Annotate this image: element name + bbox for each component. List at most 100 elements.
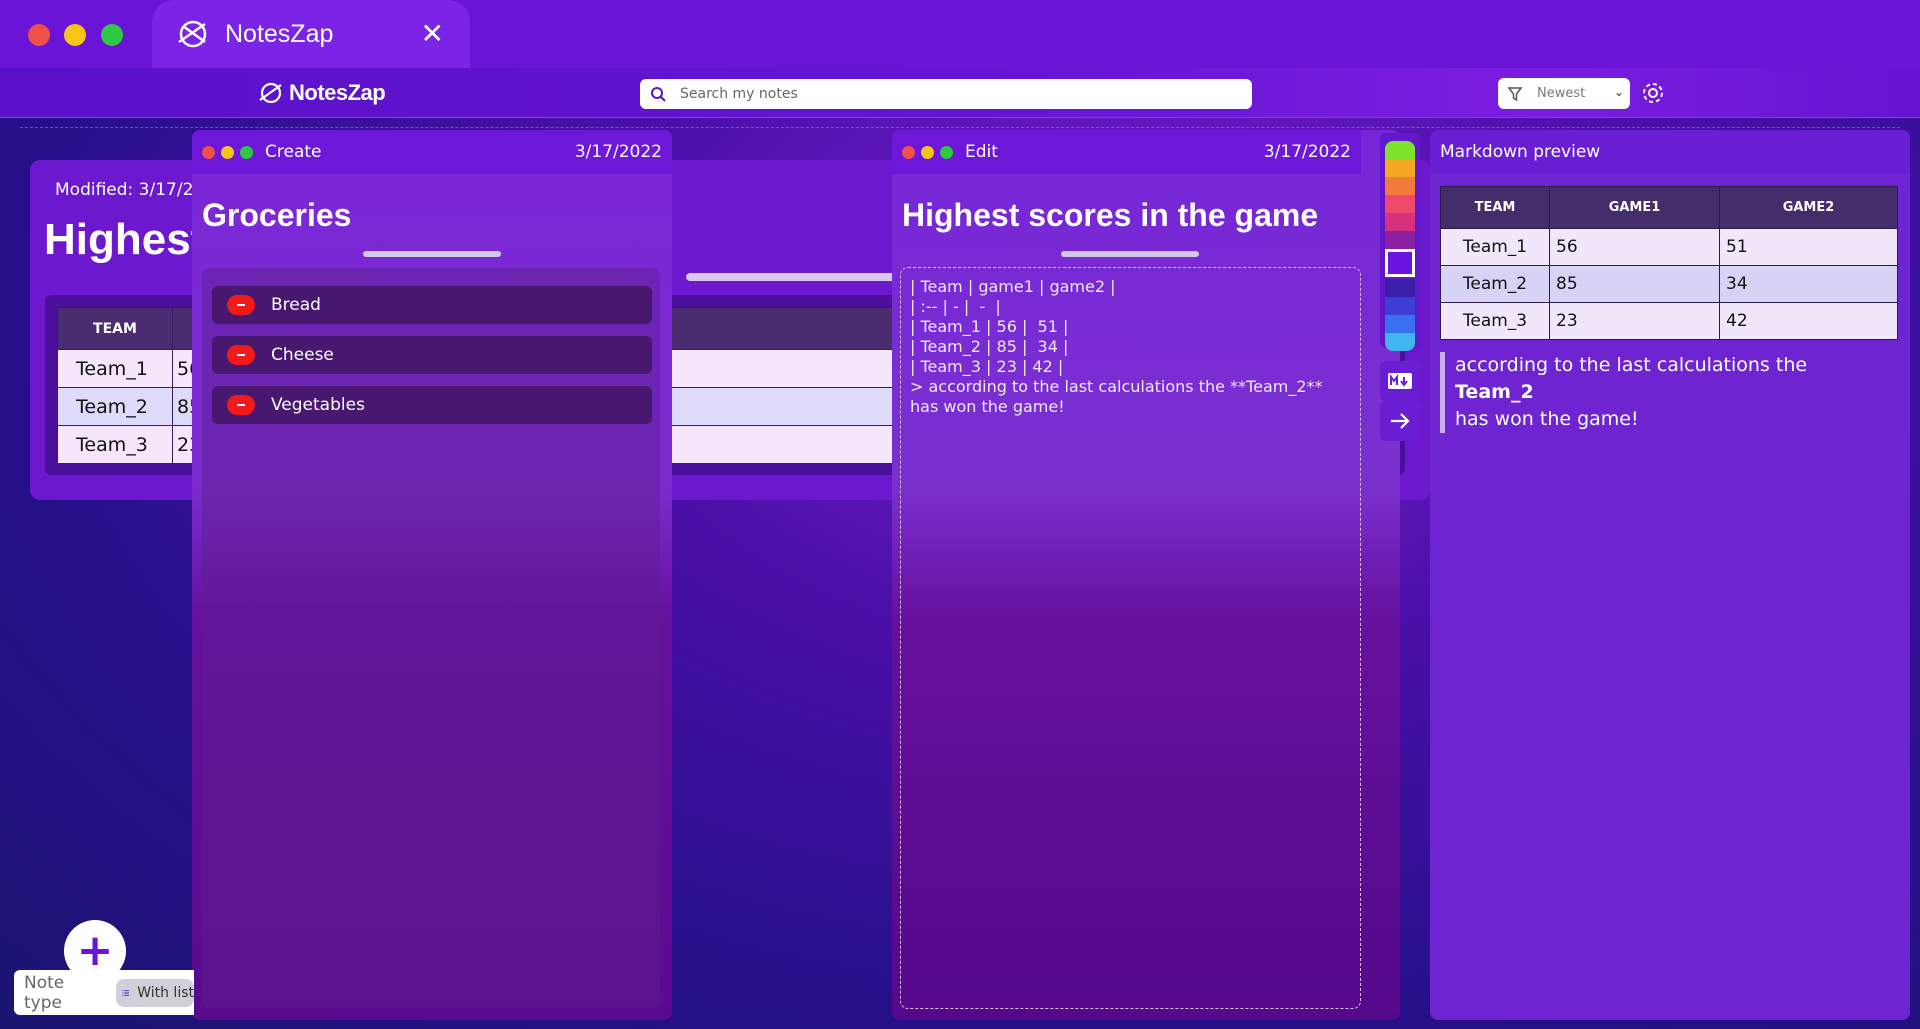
table-header-team: TEAM <box>57 307 173 350</box>
sort-selected-value: Newest <box>1537 86 1586 101</box>
table-cell: Team_3 <box>1440 302 1550 340</box>
divider <box>20 127 1900 128</box>
editor-line: has won the game! <box>910 397 1065 416</box>
maximize-window-button[interactable] <box>101 24 123 46</box>
note-title[interactable]: Highest scores in the game <box>902 197 1318 234</box>
color-swatch[interactable] <box>1385 279 1415 297</box>
editor-line: | Team | game1 | game2 | <box>910 277 1116 296</box>
list-item[interactable]: Cheese <box>212 336 652 374</box>
table-cell: 23 <box>1549 302 1720 340</box>
window-date: 3/17/2022 <box>1263 142 1351 162</box>
table-cell: Team_2 <box>1440 265 1550 303</box>
table-row: Team_3 23 42 <box>1440 302 1898 340</box>
close-window-button[interactable] <box>202 145 215 159</box>
brand-name: NotesZap <box>289 80 386 105</box>
close-icon[interactable]: ✕ <box>421 20 444 48</box>
minimize-window-button[interactable] <box>64 24 86 46</box>
minus-icon[interactable] <box>227 345 255 365</box>
window-titlebar: NotesZap ✕ <box>0 0 1920 68</box>
minimize-window-button[interactable] <box>921 145 934 159</box>
list-item[interactable]: Bread <box>212 286 652 324</box>
color-swatch[interactable] <box>1385 333 1415 351</box>
toolbar: NotesZap Newest ⌄ <box>0 68 1920 118</box>
list-icon <box>122 989 129 996</box>
color-swatch[interactable] <box>1385 177 1415 195</box>
search-bar[interactable] <box>640 79 1252 109</box>
color-swatch[interactable] <box>1385 297 1415 315</box>
table-cell: Team_3 <box>57 425 173 464</box>
table-row: Team_2 85 34 <box>1440 265 1898 303</box>
preview-table: TEAM GAME1 GAME2 Team_1 56 51 Team_2 85 … <box>1440 186 1898 340</box>
search-input[interactable] <box>680 86 1240 102</box>
quote-text: has won the game! <box>1455 408 1639 430</box>
window-header[interactable]: Create 3/17/2022 <box>192 130 672 174</box>
note-title[interactable]: Groceries <box>202 197 351 234</box>
drag-handle[interactable] <box>363 251 501 257</box>
table-cell: 56 <box>1549 228 1720 266</box>
table-row: Team_1 56 51 <box>1440 228 1898 266</box>
table-header: GAME1 <box>1549 186 1720 229</box>
markdown-toggle-button[interactable] <box>1380 361 1420 401</box>
editor-line: | Team_1 | 56 | 51 | <box>910 317 1069 336</box>
note-type-option[interactable]: With list <box>115 978 194 1007</box>
minimize-window-button[interactable] <box>221 145 234 159</box>
noteszap-logo-icon <box>178 20 207 48</box>
color-swatch[interactable] <box>1385 195 1415 213</box>
editor-line: > according to the last calculations the… <box>910 377 1323 396</box>
filter-icon <box>1507 86 1523 101</box>
color-swatch[interactable] <box>1385 249 1415 277</box>
minus-icon[interactable] <box>227 295 255 315</box>
note-type-value: With list <box>137 984 194 1001</box>
window-header: Markdown preview <box>1430 130 1910 174</box>
preview-blockquote: according to the last calculations the T… <box>1440 352 1890 433</box>
note-type-selector[interactable]: Note type With list <box>14 970 194 1015</box>
editor-line: | Team_2 | 85 | 34 | <box>910 337 1069 356</box>
quote-bold-text: Team_2 <box>1455 381 1534 403</box>
window-date: 3/17/2022 <box>574 142 662 162</box>
arrow-right-icon <box>1391 413 1410 429</box>
minus-icon[interactable] <box>227 395 255 415</box>
markdown-icon <box>1388 373 1412 389</box>
color-swatch[interactable] <box>1385 159 1415 177</box>
gear-icon[interactable] <box>1640 80 1666 106</box>
table-cell: 51 <box>1719 228 1898 266</box>
app-tab[interactable]: NotesZap ✕ <box>152 0 470 68</box>
plus-icon: + <box>76 925 114 976</box>
color-swatch[interactable] <box>1385 141 1415 159</box>
maximize-window-button[interactable] <box>940 145 953 159</box>
color-swatch[interactable] <box>1385 315 1415 333</box>
drag-handle[interactable] <box>1061 251 1199 257</box>
table-header: GAME2 <box>1719 186 1898 229</box>
table-cell: 42 <box>1719 302 1898 340</box>
window-header[interactable]: Edit 3/17/2022 <box>892 130 1361 174</box>
noteszap-logo-icon <box>259 82 282 104</box>
sort-select[interactable]: Newest ⌄ <box>1498 78 1630 109</box>
list-container: Bread Cheese Vegetables <box>202 268 660 1008</box>
list-item[interactable]: Vegetables <box>212 386 652 424</box>
create-note-window: Create 3/17/2022 Groceries Bread Cheese … <box>192 130 672 1020</box>
maximize-window-button[interactable] <box>240 145 253 159</box>
arrow-right-button[interactable] <box>1380 401 1420 441</box>
tab-title: NotesZap <box>225 19 334 48</box>
table-cell: Team_1 <box>57 349 173 388</box>
markdown-editor[interactable]: | Team | game1 | game2 | | :-- | - | - |… <box>900 267 1361 1009</box>
window-label: Markdown preview <box>1440 142 1601 162</box>
editor-line: | Team_3 | 23 | 42 | <box>910 357 1064 376</box>
close-window-button[interactable] <box>28 24 50 46</box>
editor-line: | :-- | - | - | <box>910 297 1001 316</box>
table-cell: 34 <box>1719 265 1898 303</box>
search-icon <box>651 87 666 102</box>
note-type-label: Note type <box>24 972 65 1013</box>
color-palette <box>1380 133 1420 351</box>
color-swatch[interactable] <box>1385 213 1415 231</box>
quote-text: according to the last calculations the <box>1455 354 1808 376</box>
table-cell: 85 <box>1549 265 1720 303</box>
close-window-button[interactable] <box>902 145 915 159</box>
edit-note-window: Edit 3/17/2022 Highest scores in the gam… <box>892 130 1400 1020</box>
list-item-label: Vegetables <box>271 395 365 415</box>
table-cell: Team_1 <box>1440 228 1550 266</box>
color-swatch[interactable] <box>1385 231 1415 249</box>
markdown-preview-window: Markdown preview TEAM GAME1 GAME2 Team_1… <box>1430 130 1910 1020</box>
chevron-down-icon: ⌄ <box>1613 85 1624 99</box>
window-label: Edit <box>965 142 998 162</box>
